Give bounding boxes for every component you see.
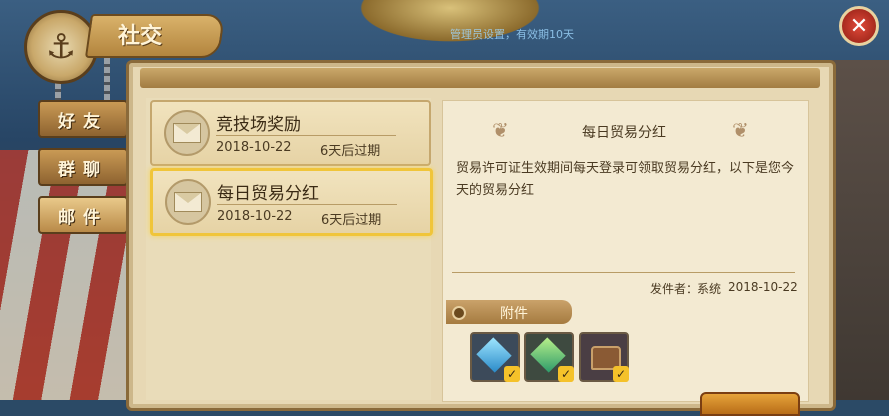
sender-name: 系统 [697,282,722,296]
mail-title: 竞技场奖励 [216,115,301,135]
detail-title: 每日贸易分红 [582,125,666,141]
ornament-left-icon: ❦ [492,118,509,142]
attachment-item-green-diamond[interactable]: ✓ [524,332,574,382]
attachment-item-blue-diamond[interactable]: ✓ [470,332,520,382]
tab-friends[interactable]: 好友 [38,100,128,138]
background-tent [0,150,140,400]
chain-right [104,58,110,104]
sender-label: 发件者： [650,282,699,296]
mail-item-selected[interactable]: 每日贸易分红 2018-10-22 6天后过期 [150,168,433,236]
sender-date: 2018-10-22 [728,280,798,294]
bullet-icon [452,306,466,320]
envelope-icon [165,179,211,225]
envelope-icon [164,110,210,156]
close-icon: ✕ [849,13,869,39]
claimed-check-icon: ✓ [558,366,574,382]
page-title: 社交 [118,23,163,49]
mail-divider [216,135,396,136]
claim-button[interactable] [700,392,800,416]
mail-expiry: 6天后过期 [320,144,381,159]
mail-divider [217,204,397,205]
claimed-check-icon: ✓ [613,366,629,382]
mail-date: 2018-10-22 [216,140,292,155]
detail-body: 贸易许可证生效期间每天登录可领取贸易分红，以下是您今天的贸易分红 [456,161,795,198]
mail-title: 每日贸易分红 [217,184,319,204]
mail-item[interactable]: 竞技场奖励 2018-10-22 6天后过期 [150,100,431,166]
detail-divider [452,272,795,273]
panel-header-bar [140,68,820,88]
top-notice: 管理员设置，有效期10天 [450,28,574,41]
claimed-check-icon: ✓ [504,366,520,382]
close-button[interactable]: ✕ [839,6,879,46]
tab-mail[interactable]: 邮件 [38,196,128,234]
tab-group-chat[interactable]: 群聊 [38,148,128,186]
mail-expiry: 6天后过期 [321,213,382,228]
attachment-item-chest[interactable]: ✓ [579,332,629,382]
attachments-label: 附件 [500,306,528,322]
mail-date: 2018-10-22 [217,209,293,224]
ornament-right-icon: ❦ [732,118,749,142]
